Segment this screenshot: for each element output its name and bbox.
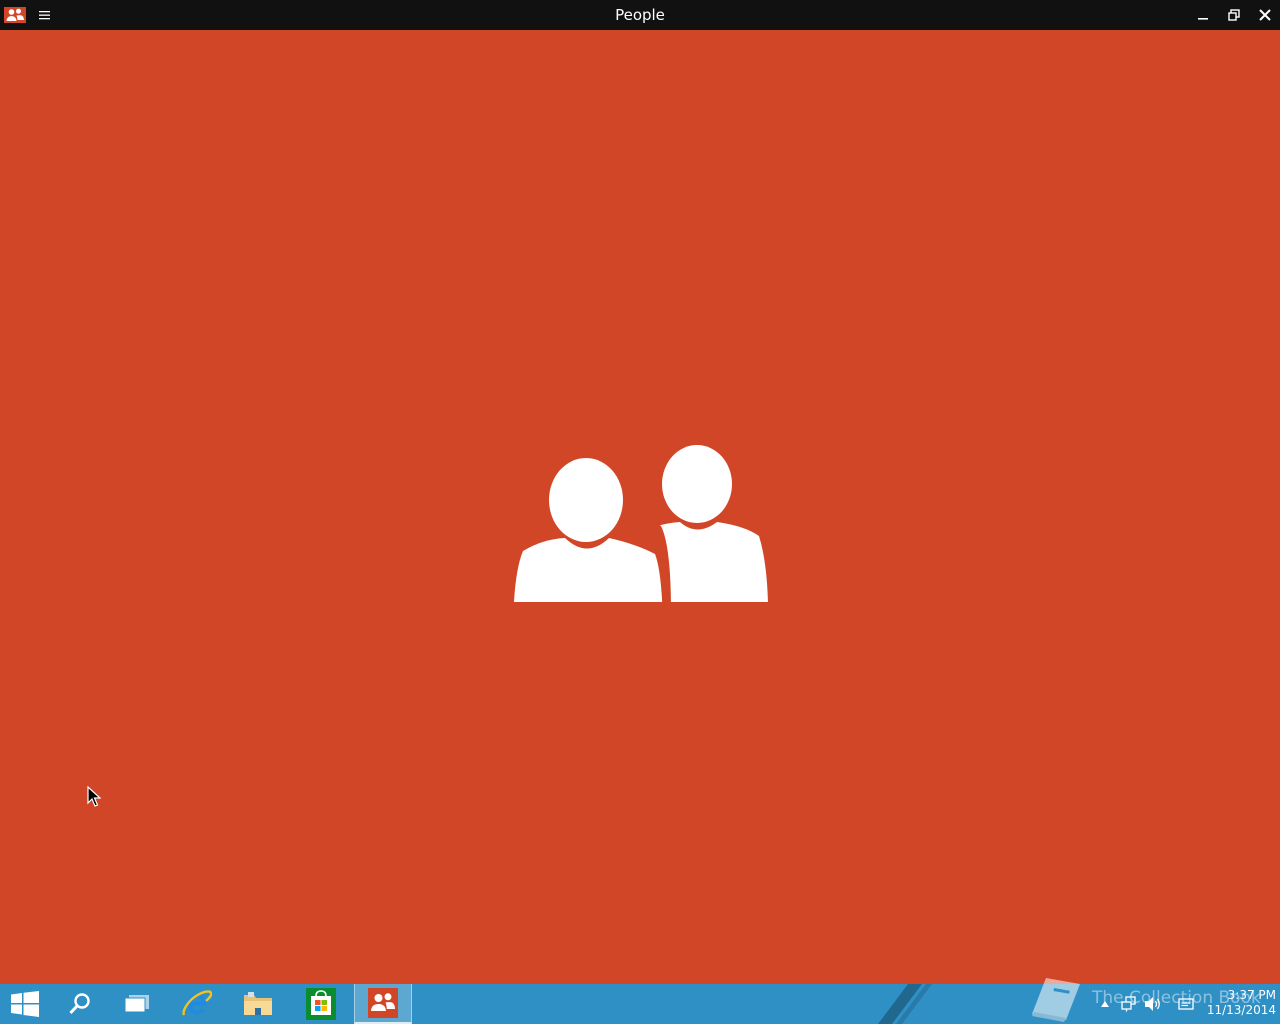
people-icon bbox=[368, 988, 398, 1018]
folder-icon bbox=[244, 992, 272, 1015]
close-button[interactable] bbox=[1250, 0, 1280, 30]
minimize-button[interactable] bbox=[1188, 0, 1218, 30]
volume-icon bbox=[1145, 997, 1160, 1011]
title-bar: People bbox=[0, 0, 1280, 30]
splash-screen bbox=[0, 30, 1280, 984]
network-icon bbox=[1121, 996, 1136, 1012]
notification-icon bbox=[1178, 998, 1194, 1010]
windows-logo-icon bbox=[11, 991, 39, 1017]
taskbar-decoration bbox=[878, 984, 932, 1024]
people-taskbar-button[interactable] bbox=[354, 984, 412, 1024]
action-center-button[interactable] bbox=[1177, 996, 1195, 1012]
show-hidden-icons-button[interactable] bbox=[1096, 996, 1114, 1012]
search-icon bbox=[69, 993, 90, 1015]
store-icon bbox=[306, 988, 336, 1020]
chevron-up-icon bbox=[1101, 1001, 1109, 1007]
network-button[interactable] bbox=[1120, 996, 1138, 1012]
minimize-icon bbox=[1198, 18, 1208, 20]
mouse-cursor-icon bbox=[87, 786, 101, 807]
people-icon bbox=[507, 445, 768, 602]
task-view-icon bbox=[124, 995, 149, 1013]
store-button[interactable] bbox=[292, 984, 350, 1024]
clock-time: 3:37 PM bbox=[1227, 988, 1276, 1002]
start-button[interactable] bbox=[0, 984, 50, 1024]
internet-explorer-button[interactable] bbox=[168, 984, 226, 1024]
people-app-icon bbox=[2, 2, 28, 28]
system-tray bbox=[1094, 984, 1202, 1024]
taskbar: 3:37 PM 11/13/2014 bbox=[0, 984, 1280, 1024]
clock-date: 11/13/2014 bbox=[1206, 1003, 1276, 1017]
file-explorer-button[interactable] bbox=[228, 984, 288, 1024]
hamburger-menu-icon[interactable] bbox=[34, 4, 56, 26]
volume-button[interactable] bbox=[1144, 996, 1162, 1012]
task-view-button[interactable] bbox=[108, 984, 166, 1024]
maximize-button[interactable] bbox=[1219, 0, 1249, 30]
window-title: People bbox=[615, 6, 665, 24]
internet-explorer-icon bbox=[182, 990, 212, 1016]
close-icon bbox=[1259, 9, 1271, 21]
taskbar-clock[interactable]: 3:37 PM 11/13/2014 bbox=[1200, 988, 1276, 1022]
search-button[interactable] bbox=[52, 984, 108, 1024]
restore-icon bbox=[1228, 9, 1240, 21]
